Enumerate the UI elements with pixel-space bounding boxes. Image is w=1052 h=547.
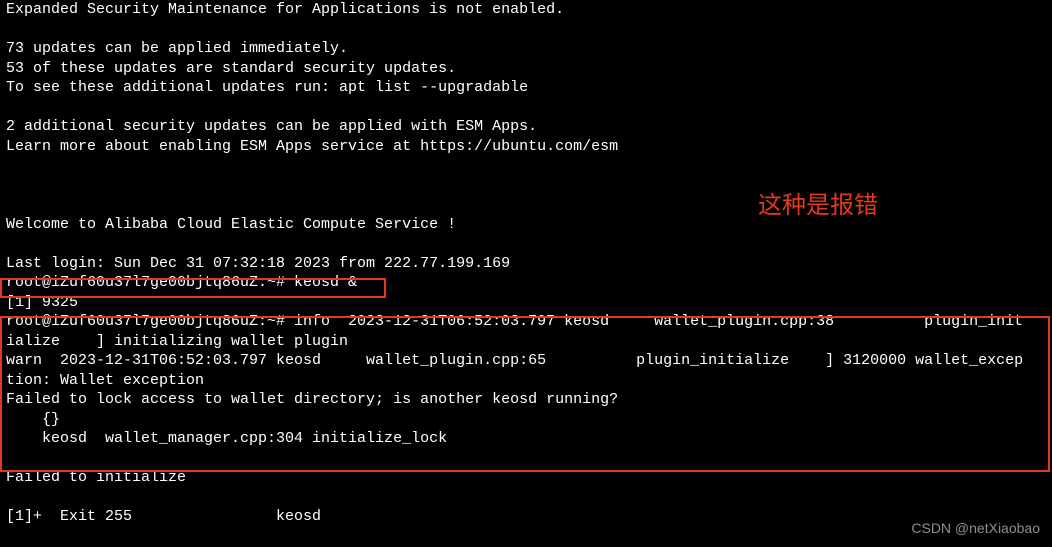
terminal-line [6,20,1046,40]
terminal-line: Welcome to Alibaba Cloud Elastic Compute… [6,215,1046,235]
terminal-line: Last login: Sun Dec 31 07:32:18 2023 fro… [6,254,1046,274]
terminal-line [6,449,1046,469]
terminal-line: 73 updates can be applied immediately. [6,39,1046,59]
terminal-line: {} [6,410,1046,430]
terminal-line: root@iZuf60u37l7ge00bjtq86uZ:~# info 202… [6,312,1046,332]
terminal-prompt-line[interactable]: root@iZuf60u37l7ge00bjtq86uZ:~# keosd & [6,273,1046,293]
terminal-line: Expanded Security Maintenance for Applic… [6,0,1046,20]
terminal-line: To see these additional updates run: apt… [6,78,1046,98]
terminal-line: tion: Wallet exception [6,371,1046,391]
terminal-line: [1] 9325 [6,293,1046,313]
terminal-line: 2 additional security updates can be app… [6,117,1046,137]
terminal-line: Failed to lock access to wallet director… [6,390,1046,410]
terminal-line [6,234,1046,254]
terminal-line [6,488,1046,508]
annotation-label: 这种是报错 [758,190,878,221]
terminal-line: ialize ] initializing wallet plugin [6,332,1046,352]
terminal-line: Learn more about enabling ESM Apps servi… [6,137,1046,157]
terminal-line: [1]+ Exit 255 keosd [6,507,1046,527]
terminal-line: Failed to initialize [6,468,1046,488]
terminal-line [6,156,1046,176]
watermark: CSDN @netXiaobao [911,519,1040,537]
terminal-line: warn 2023-12-31T06:52:03.797 keosd walle… [6,351,1046,371]
terminal-line [6,195,1046,215]
terminal-line [6,98,1046,118]
terminal-line: 53 of these updates are standard securit… [6,59,1046,79]
terminal-line: keosd wallet_manager.cpp:304 initialize_… [6,429,1046,449]
terminal-line [6,176,1046,196]
